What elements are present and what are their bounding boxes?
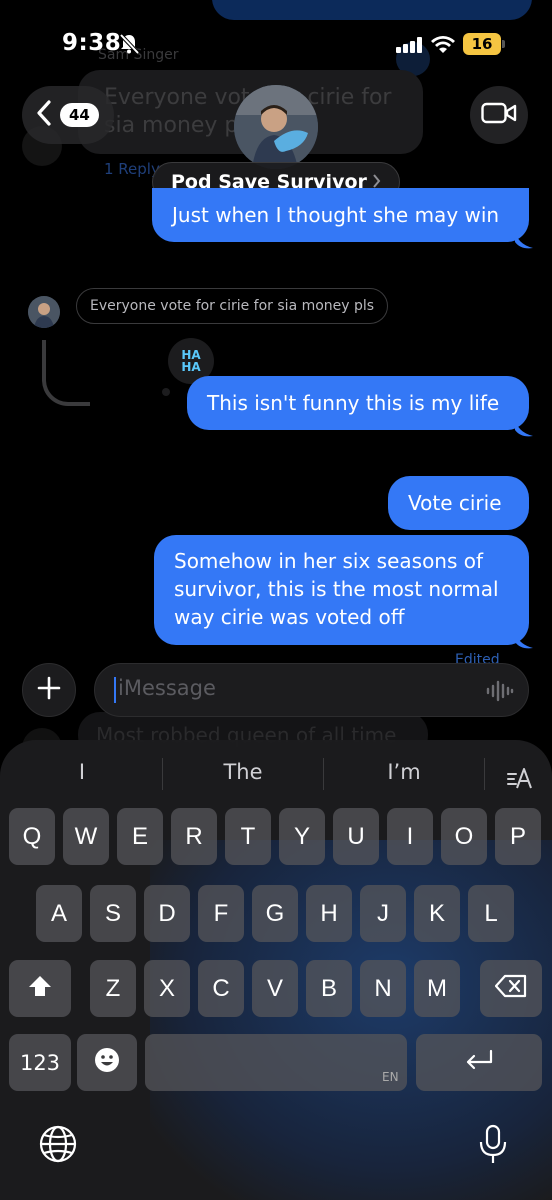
status-time: 9:38 bbox=[62, 30, 122, 56]
battery-tip bbox=[502, 40, 505, 48]
suggestion-divider bbox=[162, 758, 163, 790]
reply-quote[interactable]: Everyone vote for cirie for sia money pl… bbox=[76, 288, 389, 324]
key-m[interactable]: M bbox=[414, 960, 460, 1017]
key-o[interactable]: O bbox=[441, 808, 487, 865]
suggestion-2[interactable]: The bbox=[173, 760, 313, 784]
key-s[interactable]: S bbox=[90, 885, 136, 942]
space-key[interactable] bbox=[145, 1034, 407, 1091]
key-x[interactable]: X bbox=[144, 960, 190, 1017]
suggestion-1[interactable]: I bbox=[12, 760, 152, 784]
key-u[interactable]: U bbox=[333, 808, 379, 865]
audio-waveform-icon[interactable] bbox=[486, 680, 514, 706]
wifi-icon bbox=[430, 34, 456, 58]
bubble-tail bbox=[515, 630, 533, 649]
numbers-key[interactable]: 123 bbox=[9, 1034, 71, 1091]
key-e[interactable]: E bbox=[117, 808, 163, 865]
video-camera-icon bbox=[481, 101, 517, 129]
suggestion-3[interactable]: I’m bbox=[334, 760, 474, 784]
previous-message-bubble bbox=[212, 0, 532, 20]
suggestion-divider bbox=[323, 758, 324, 790]
text-format-icon[interactable] bbox=[506, 766, 534, 795]
reply-sender-avatar bbox=[28, 296, 60, 328]
key-h[interactable]: H bbox=[306, 885, 352, 942]
backspace-icon bbox=[494, 974, 527, 1003]
key-b[interactable]: B bbox=[306, 960, 352, 1017]
message-input-placeholder: iMessage bbox=[118, 676, 216, 700]
key-c[interactable]: C bbox=[198, 960, 244, 1017]
back-button[interactable]: 44 bbox=[22, 86, 114, 144]
bubble-tail bbox=[515, 230, 533, 249]
key-v[interactable]: V bbox=[252, 960, 298, 1017]
emoji-face-icon bbox=[93, 1046, 121, 1079]
cellular-signal-icon bbox=[396, 37, 424, 57]
shift-arrow-icon bbox=[27, 974, 53, 1003]
reply-thread-line bbox=[42, 340, 90, 406]
sent-message-bubble[interactable]: Just when I thought she may win bbox=[152, 188, 529, 242]
key-t[interactable]: T bbox=[225, 808, 271, 865]
key-d[interactable]: D bbox=[144, 885, 190, 942]
text-cursor bbox=[114, 677, 116, 703]
sent-message-bubble[interactable]: This isn't funny this is my life bbox=[187, 376, 529, 430]
key-f[interactable]: F bbox=[198, 885, 244, 942]
reaction-tail-dot bbox=[162, 388, 170, 396]
plus-icon bbox=[37, 676, 61, 704]
key-n[interactable]: N bbox=[360, 960, 406, 1017]
key-y[interactable]: Y bbox=[279, 808, 325, 865]
suggestion-divider bbox=[484, 758, 485, 790]
space-language-label: EN bbox=[382, 1070, 399, 1084]
sent-message-bubble[interactable]: Somehow in her six seasons of survivor, … bbox=[154, 535, 529, 645]
chevron-left-icon bbox=[36, 100, 52, 130]
silent-bell-icon bbox=[118, 33, 140, 59]
battery-indicator: 16 bbox=[463, 33, 501, 55]
reaction-text-line2: HA bbox=[181, 360, 201, 374]
key-p[interactable]: P bbox=[495, 808, 541, 865]
delete-key[interactable] bbox=[480, 960, 542, 1017]
key-a[interactable]: A bbox=[36, 885, 82, 942]
emoji-key[interactable] bbox=[77, 1034, 137, 1091]
shift-key[interactable] bbox=[9, 960, 71, 1017]
bubble-tail bbox=[515, 418, 533, 437]
key-r[interactable]: R bbox=[171, 808, 217, 865]
key-k[interactable]: K bbox=[414, 885, 460, 942]
return-arrow-icon bbox=[463, 1048, 495, 1077]
key-i[interactable]: I bbox=[387, 808, 433, 865]
unread-count-badge: 44 bbox=[60, 103, 99, 127]
key-l[interactable]: L bbox=[468, 885, 514, 942]
key-w[interactable]: W bbox=[63, 808, 109, 865]
sent-message-bubble[interactable]: Vote cirie bbox=[388, 476, 529, 530]
replies-link[interactable]: 1 Reply bbox=[104, 160, 160, 178]
key-q[interactable]: Q bbox=[9, 808, 55, 865]
globe-icon[interactable] bbox=[38, 1124, 78, 1168]
key-z[interactable]: Z bbox=[90, 960, 136, 1017]
microphone-icon[interactable] bbox=[478, 1124, 508, 1170]
facetime-video-button[interactable] bbox=[470, 86, 528, 144]
key-g[interactable]: G bbox=[252, 885, 298, 942]
key-j[interactable]: J bbox=[360, 885, 406, 942]
apps-plus-button[interactable] bbox=[22, 663, 76, 717]
group-avatar[interactable] bbox=[234, 85, 318, 169]
return-key[interactable] bbox=[416, 1034, 542, 1091]
